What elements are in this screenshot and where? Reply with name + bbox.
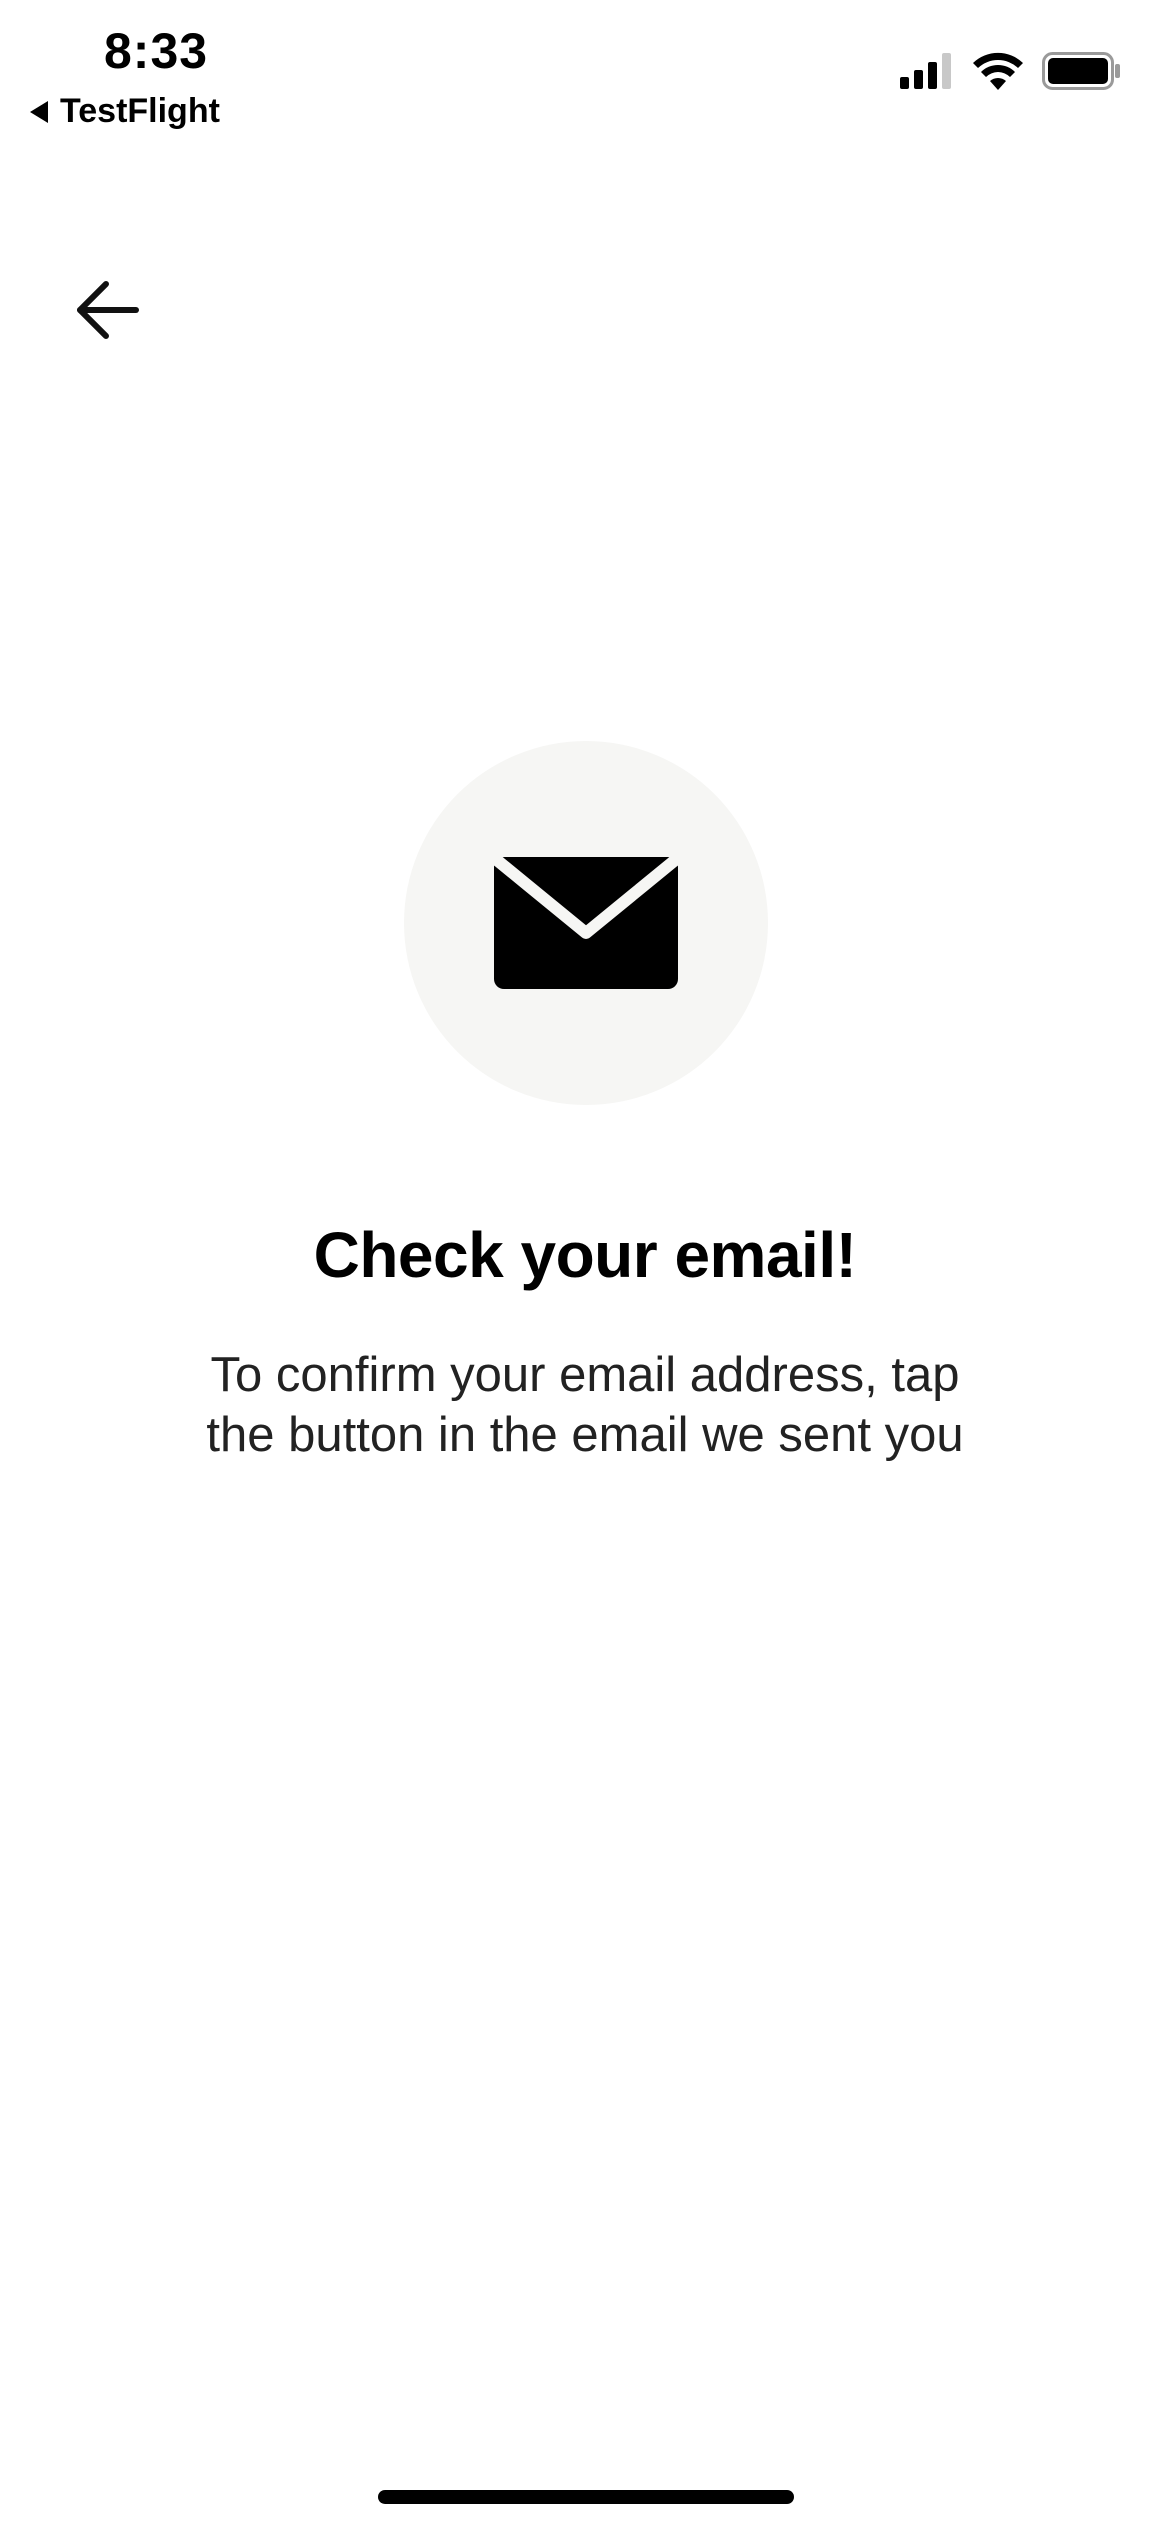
wifi-icon [973, 52, 1023, 90]
back-triangle-icon [30, 100, 48, 123]
page-title: Check your email! [313, 1219, 857, 1291]
home-indicator[interactable] [378, 2490, 794, 2504]
back-button[interactable] [62, 270, 152, 350]
status-indicators [900, 52, 1122, 90]
email-illustration [404, 741, 768, 1105]
arrow-left-icon [77, 281, 139, 339]
confirmation-message: To confirm your email address, tap the b… [206, 1348, 964, 1462]
back-app-label: TestFlight [60, 92, 220, 130]
back-to-testflight-link[interactable]: TestFlight [30, 92, 220, 131]
battery-icon [1042, 52, 1120, 90]
status-time: 8:33 [104, 23, 209, 79]
cellular-signal-icon [900, 53, 951, 89]
envelope-icon [494, 857, 678, 989]
